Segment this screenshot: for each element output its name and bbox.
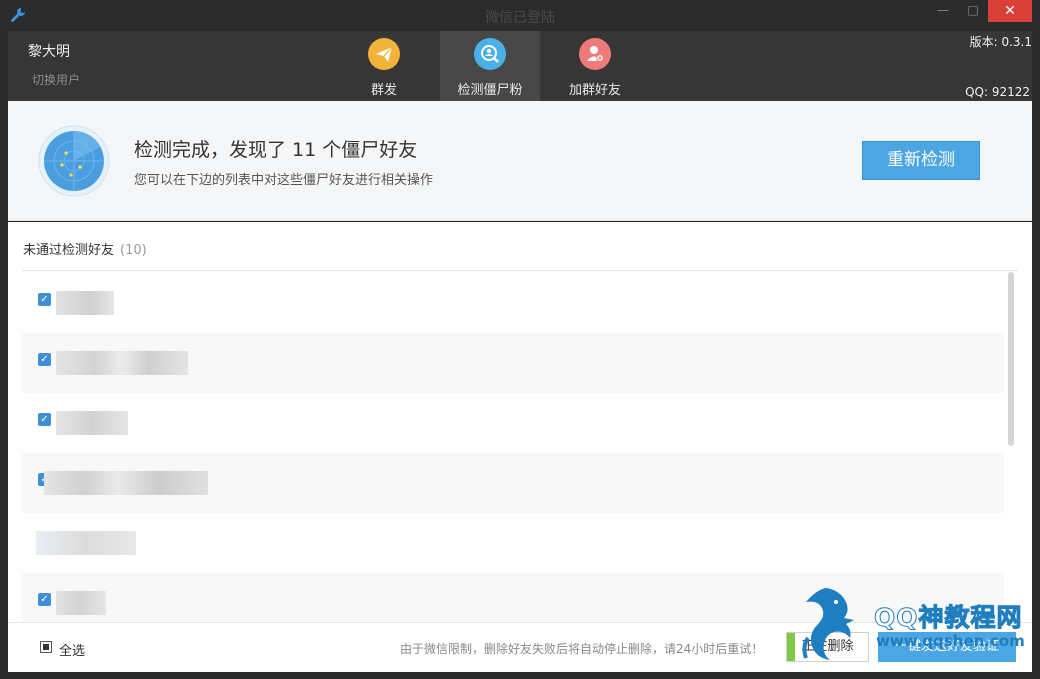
limit-notice: 由于微信限制，删除好友失败后将自动停止删除，请24小时后重试！ <box>400 642 764 656</box>
friend-name-redacted <box>44 471 208 495</box>
tab-add-group-friends-label: 加群好友 <box>568 83 621 98</box>
tab-group-send[interactable]: 群发 <box>334 31 434 101</box>
tab-detect-zombie[interactable]: 检测僵尸粉 <box>440 31 540 101</box>
tab-detect-zombie-label: 检测僵尸粉 <box>457 83 523 98</box>
dragon-logo-icon <box>802 588 854 660</box>
friend-name-redacted <box>56 411 128 435</box>
watermark-text: QQ神教程网 <box>874 603 1023 633</box>
app-header: 黎大明 切换用户 群发 检测僵尸粉 加群好友 版本: 0.3.1 QQ: 921… <box>8 31 1032 101</box>
row-checkbox[interactable]: ✓ <box>38 593 51 606</box>
row-checkbox[interactable]: ✓ <box>38 293 51 306</box>
detect-icon <box>474 38 506 70</box>
list-title-text: 未通过检测好友 <box>23 243 115 258</box>
result-subtitle: 您可以在下边的列表中对这些僵尸好友进行相关操作 <box>134 173 434 188</box>
recheck-button[interactable]: 重新检测 <box>862 141 980 180</box>
switch-user-link[interactable]: 切换用户 <box>32 71 80 88</box>
window-border-bottom <box>0 672 1040 679</box>
tab-add-group-friends[interactable]: 加群好友 <box>545 31 645 101</box>
friend-name-redacted <box>56 351 188 375</box>
window-border-left <box>0 31 8 679</box>
friend-row[interactable]: ✓ <box>22 453 1004 513</box>
friend-name-redacted <box>56 591 106 615</box>
row-checkbox[interactable]: ✓ <box>38 353 51 366</box>
result-title: 检测完成，发现了 11 个僵尸好友 <box>134 139 418 161</box>
result-summary-panel: 检测完成，发现了 11 个僵尸好友 您可以在下边的列表中对这些僵尸好友进行相关操… <box>8 101 1032 221</box>
qq-label: QQ: 92122 <box>965 85 1030 99</box>
maximize-button[interactable]: □ <box>958 0 988 22</box>
window-title: 微信已登陆 <box>485 10 555 26</box>
friend-name-redacted <box>56 291 114 315</box>
user-name: 黎大明 <box>28 44 70 60</box>
title-bar: 微信已登陆 — □ ✕ <box>0 0 1040 31</box>
select-all-checkbox[interactable] <box>40 641 52 653</box>
add-friend-icon <box>579 38 611 70</box>
list-count: (10) <box>120 243 147 258</box>
friend-rows[interactable]: ✓ ✓ ✓ ✓ ✓ <box>22 273 1004 622</box>
list-scrollbar[interactable] <box>1008 272 1014 446</box>
friend-row[interactable]: ✓ <box>22 393 1004 453</box>
friend-row[interactable]: ✓ <box>22 273 1004 333</box>
site-watermark: QQ神教程网 www.qqshen.com <box>778 580 1040 670</box>
watermark-url: www.qqshen.com <box>876 632 1025 650</box>
select-all-label[interactable]: 全选 <box>59 640 85 659</box>
minimize-button[interactable]: — <box>928 0 958 22</box>
friend-row[interactable] <box>22 513 1004 573</box>
friend-name-redacted <box>36 531 136 555</box>
failed-friends-list: 未通过检测好友 (10) ✓ ✓ ✓ ✓ ✓ <box>8 222 1032 622</box>
friend-row[interactable]: ✓ <box>22 333 1004 393</box>
close-button[interactable]: ✕ <box>988 0 1032 22</box>
send-icon <box>368 38 400 70</box>
row-checkbox[interactable]: ✓ <box>38 413 51 426</box>
radar-icon <box>38 125 110 197</box>
tab-group-send-label: 群发 <box>370 83 397 98</box>
version-label: 版本: 0.3.1 <box>969 35 1032 49</box>
list-title: 未通过检测好友 (10) <box>23 239 147 258</box>
list-divider <box>22 270 1018 271</box>
